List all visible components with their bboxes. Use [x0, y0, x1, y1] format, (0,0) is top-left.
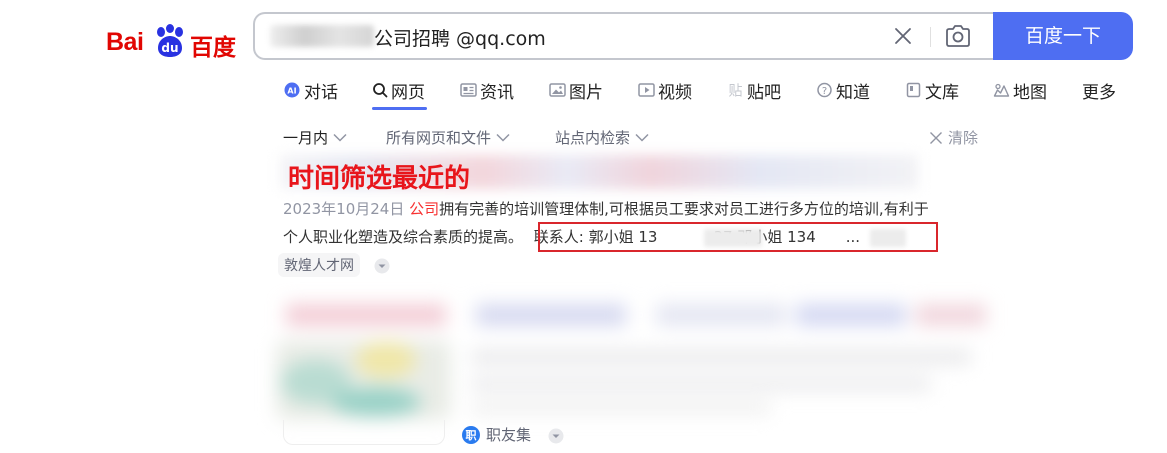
- snippet-text: 个人职业化塑造及综合素质的提高。: [283, 228, 524, 246]
- logo-du-badge: du: [161, 41, 178, 55]
- tab-label: 知道: [836, 82, 870, 103]
- result-source-tag[interactable]: 敦煌人才网: [278, 253, 360, 277]
- result-date: 2023年10月24日: [283, 200, 405, 218]
- tab-label: 对话: [304, 82, 338, 103]
- map-icon: [993, 83, 1010, 97]
- blurred-query-part: [270, 25, 374, 47]
- tab-label: 网页: [391, 82, 425, 103]
- keyword-highlight: 公司: [409, 200, 440, 218]
- document-icon: [906, 82, 921, 98]
- chevron-down-icon: [333, 133, 347, 142]
- card-edge: [283, 420, 445, 445]
- clear-search-icon[interactable]: [891, 24, 915, 48]
- clear-filters-button[interactable]: 清除: [929, 127, 978, 148]
- site-filter-dropdown[interactable]: 站点内检索: [555, 127, 649, 148]
- tab-label: 图片: [569, 82, 603, 103]
- search-query-text[interactable]: 公司招聘 @qq.com: [374, 24, 546, 51]
- tab-label: 地图: [1013, 82, 1047, 103]
- tab-zhidao[interactable]: ? 知道: [816, 78, 870, 103]
- tab-label: 视频: [658, 82, 692, 103]
- tab-images[interactable]: 图片: [549, 78, 603, 103]
- tab-wenku[interactable]: 文库: [905, 78, 959, 103]
- type-filter-dropdown[interactable]: 所有网页和文件: [386, 127, 510, 148]
- logo-baidu-chinese: 百度: [190, 35, 236, 61]
- tab-label: 资讯: [480, 82, 514, 103]
- ai-chat-icon: AI: [284, 82, 300, 98]
- tab-label: 更多: [1082, 82, 1116, 103]
- result-snippet-line1: 2023年10月24日 公司拥有完善的培训管理体制,可根据员工要求对员工进行多方…: [283, 198, 929, 219]
- question-icon: ?: [817, 82, 832, 98]
- search-divider: [930, 27, 931, 47]
- tab-label: 贴吧: [747, 82, 781, 103]
- annotation-highlight-box: [538, 222, 938, 252]
- news-icon: [460, 83, 477, 97]
- zhiyouji-logo-icon: 职: [462, 425, 480, 444]
- time-filter-label: 一月内: [283, 129, 329, 147]
- close-icon: [930, 131, 942, 144]
- video-icon: [638, 83, 655, 97]
- tab-tieba[interactable]: 贴 贴吧: [727, 78, 782, 103]
- tab-video[interactable]: 视频: [638, 78, 692, 103]
- tab-label: 文库: [925, 82, 959, 103]
- blurred-result: [276, 304, 986, 420]
- time-filter-dropdown[interactable]: 一月内: [283, 127, 347, 148]
- source-name: 敦煌人才网: [284, 258, 354, 274]
- chevron-down-icon: [496, 133, 510, 142]
- svg-text:?: ?: [822, 86, 827, 97]
- svg-text:贴: 贴: [729, 84, 743, 99]
- camera-search-icon[interactable]: [944, 23, 972, 49]
- type-filter-label: 所有网页和文件: [386, 129, 492, 147]
- chevron-down-icon[interactable]: [374, 258, 390, 274]
- baidu-paw-icon: du: [157, 24, 183, 57]
- logo-bai-text: Bai: [106, 28, 144, 56]
- tab-chat[interactable]: AI 对话: [283, 78, 338, 103]
- baidu-logo[interactable]: Bai du 百度: [106, 24, 236, 61]
- annotation-label: 时间筛选最近的: [288, 164, 471, 194]
- result-source-tag[interactable]: 职 职友集: [462, 424, 531, 445]
- active-tab-indicator: [372, 107, 427, 110]
- chevron-down-icon: [635, 133, 649, 142]
- tab-map[interactable]: 地图: [993, 78, 1047, 103]
- clear-filters-label: 清除: [948, 129, 979, 147]
- tab-more[interactable]: 更多: [1082, 78, 1116, 103]
- site-filter-label: 站点内检索: [555, 129, 631, 147]
- search-icon: [373, 83, 388, 98]
- tab-web[interactable]: 网页: [372, 78, 425, 103]
- search-button[interactable]: 百度一下: [993, 12, 1133, 60]
- snippet-text: 拥有完善的培训管理体制,可根据员工要求对员工进行多方位的培训,有利于: [439, 200, 929, 218]
- tab-news[interactable]: 资讯: [460, 78, 514, 103]
- chevron-down-icon[interactable]: [548, 428, 564, 444]
- image-icon: [549, 83, 566, 97]
- tieba-icon: 贴: [729, 84, 743, 99]
- source-name: 职友集: [486, 426, 532, 444]
- svg-text:AI: AI: [287, 87, 296, 96]
